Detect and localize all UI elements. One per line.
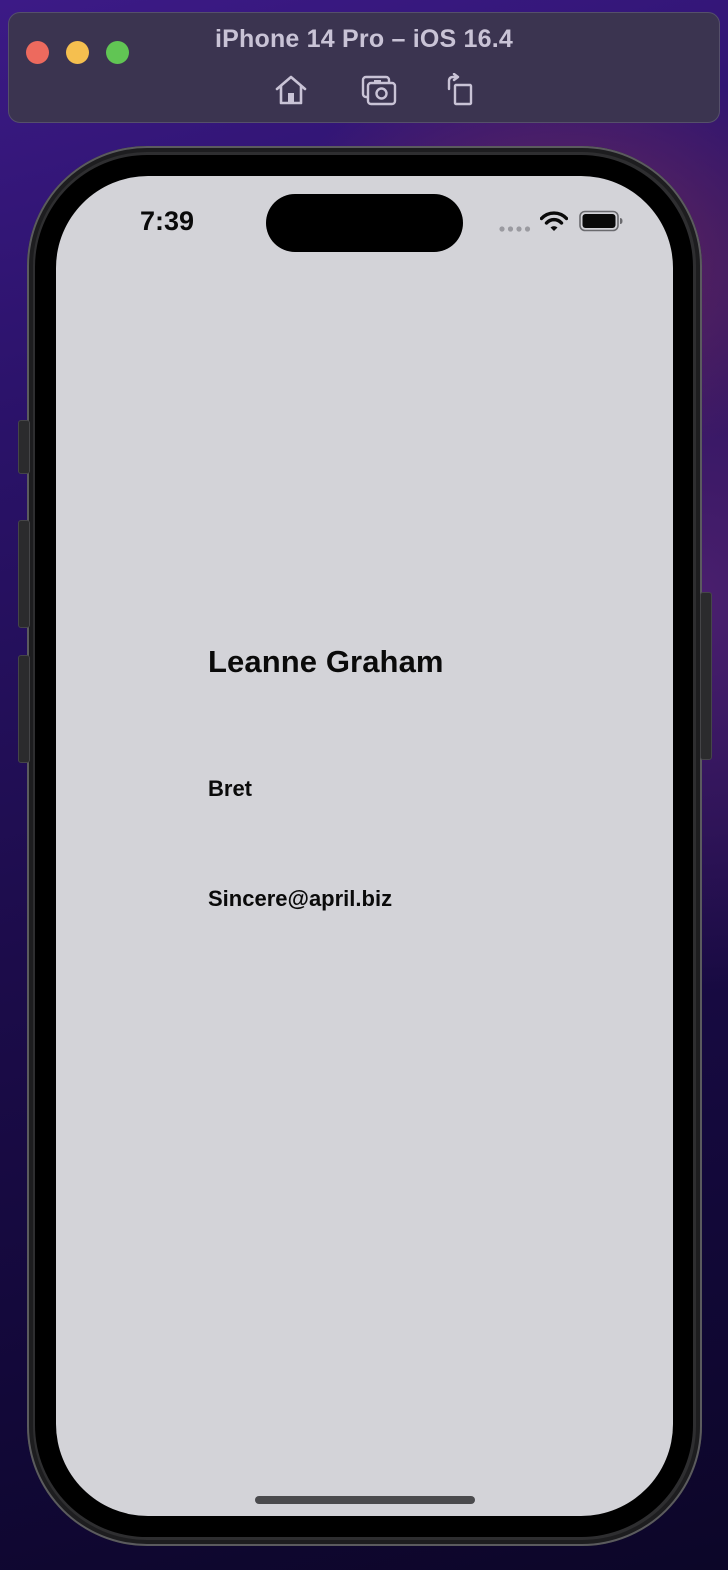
side-power-button[interactable] bbox=[700, 592, 712, 760]
battery-icon bbox=[579, 210, 623, 232]
home-indicator[interactable] bbox=[255, 1496, 475, 1504]
user-username: Bret bbox=[208, 776, 253, 801]
status-time: 7:39 bbox=[140, 206, 195, 236]
wifi-icon bbox=[540, 211, 568, 231]
rotate-icon[interactable] bbox=[441, 72, 477, 107]
user-email: Sincere@april.biz bbox=[208, 886, 393, 911]
user-name: Leanne Graham bbox=[208, 644, 444, 679]
cellular-signal-icon bbox=[499, 226, 531, 232]
volume-up-button[interactable] bbox=[18, 520, 30, 628]
simulator-title-bar: iPhone 14 Pro – iOS 16.4 bbox=[8, 12, 720, 123]
action-button[interactable] bbox=[18, 420, 30, 474]
volume-down-button[interactable] bbox=[18, 655, 30, 763]
simulator-title: iPhone 14 Pro – iOS 16.4 bbox=[215, 25, 513, 53]
phone-screen: 7:39 Leanne Graham Bret Sincere@april.bi… bbox=[56, 176, 673, 1516]
home-icon[interactable] bbox=[273, 73, 309, 107]
screenshot-icon[interactable] bbox=[361, 73, 397, 107]
dynamic-island bbox=[266, 194, 463, 252]
